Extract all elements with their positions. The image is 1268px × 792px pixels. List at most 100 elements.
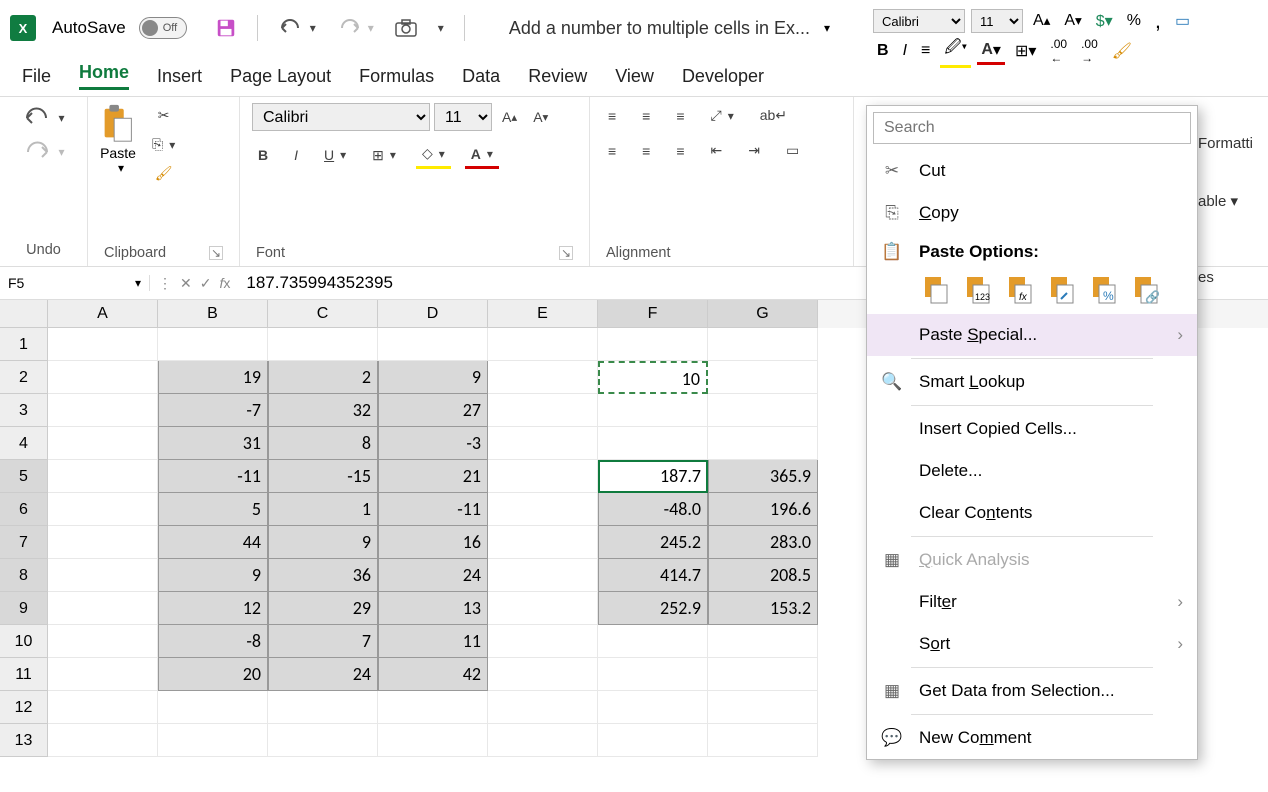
cell-F10[interactable] <box>598 625 708 658</box>
format-painter-icon[interactable]: 🖌 <box>1108 39 1136 63</box>
cell-F11[interactable] <box>598 658 708 691</box>
save-button[interactable] <box>209 13 243 43</box>
cell-A10[interactable] <box>48 625 158 658</box>
borders-icon[interactable]: ⊞▾ <box>1011 39 1040 63</box>
cell-A6[interactable] <box>48 493 158 526</box>
cell-B7[interactable]: 44 <box>158 526 268 559</box>
col-header-B[interactable]: B <box>158 300 268 328</box>
tab-review[interactable]: Review <box>528 66 587 87</box>
cell-E8[interactable] <box>488 559 598 592</box>
cell-D8[interactable]: 24 <box>378 559 488 592</box>
increase-font-button[interactable]: A▴ <box>496 105 523 129</box>
italic-button[interactable]: I <box>288 143 304 167</box>
row-header[interactable]: 8 <box>0 559 48 592</box>
row-header[interactable]: 1 <box>0 328 48 361</box>
cell-C3[interactable]: 32 <box>268 394 378 427</box>
cell-B8[interactable]: 9 <box>158 559 268 592</box>
cell-D4[interactable]: -3 <box>378 427 488 460</box>
context-search-input[interactable] <box>874 113 1190 143</box>
cell-G3[interactable] <box>708 394 818 427</box>
tab-page-layout[interactable]: Page Layout <box>230 66 331 87</box>
cell-B5[interactable]: -11 <box>158 460 268 493</box>
ctx-paste-special[interactable]: Paste Special...› <box>867 314 1197 356</box>
cell-A12[interactable] <box>48 691 158 724</box>
cell-D1[interactable] <box>378 328 488 361</box>
tab-home[interactable]: Home <box>79 62 129 90</box>
decrease-font-icon[interactable]: A▾ <box>1060 10 1085 32</box>
cell-D10[interactable]: 11 <box>378 625 488 658</box>
cell-C12[interactable] <box>268 691 378 724</box>
mini-font-name[interactable]: Calibri <box>873 9 965 33</box>
col-header-F[interactable]: F <box>598 300 708 328</box>
increase-font-icon[interactable]: A▴ <box>1029 10 1054 32</box>
paste-formatting-icon[interactable]: % <box>1089 274 1119 306</box>
italic-icon[interactable]: I <box>899 40 911 62</box>
format-painter-button[interactable]: 🖌 <box>146 161 181 186</box>
cell-E6[interactable] <box>488 493 598 526</box>
name-box[interactable]: F5 ▾ <box>0 275 150 291</box>
paste-dropdown[interactable]: ▾ <box>118 161 124 175</box>
cell-E12[interactable] <box>488 691 598 724</box>
cell-G4[interactable] <box>708 427 818 460</box>
decrease-decimal-icon[interactable]: .00→ <box>1077 35 1102 67</box>
cell-G13[interactable] <box>708 724 818 757</box>
tab-view[interactable]: View <box>615 66 654 87</box>
context-search[interactable] <box>873 112 1191 144</box>
fill-color-button[interactable]: ◇▾ <box>416 141 451 169</box>
cell-E7[interactable] <box>488 526 598 559</box>
row-header[interactable]: 11 <box>0 658 48 691</box>
row-header[interactable]: 2 <box>0 361 48 394</box>
cell-C7[interactable]: 9 <box>268 526 378 559</box>
cell-D11[interactable]: 42 <box>378 658 488 691</box>
cell-B10[interactable]: -8 <box>158 625 268 658</box>
font-color-icon[interactable]: A▾ <box>977 38 1005 65</box>
orientation-button[interactable]: ⤢▾ <box>705 103 740 128</box>
cell-B13[interactable] <box>158 724 268 757</box>
row-header[interactable]: 9 <box>0 592 48 625</box>
camera-button[interactable] <box>388 14 424 42</box>
cell-E13[interactable] <box>488 724 598 757</box>
paste-formulas-icon[interactable]: fx <box>1005 274 1035 306</box>
cell-B11[interactable]: 20 <box>158 658 268 691</box>
tab-data[interactable]: Data <box>462 66 500 87</box>
cell-D9[interactable]: 13 <box>378 592 488 625</box>
cell-E1[interactable] <box>488 328 598 361</box>
cell-C11[interactable]: 24 <box>268 658 378 691</box>
cell-G7[interactable]: 283.0 <box>708 526 818 559</box>
paste-all-icon[interactable] <box>921 274 951 306</box>
row-header[interactable]: 3 <box>0 394 48 427</box>
cell-C4[interactable]: 8 <box>268 427 378 460</box>
tab-insert[interactable]: Insert <box>157 66 202 87</box>
row-header[interactable]: 12 <box>0 691 48 724</box>
cell-C8[interactable]: 36 <box>268 559 378 592</box>
cell-D7[interactable]: 16 <box>378 526 488 559</box>
cell-F8[interactable]: 414.7 <box>598 559 708 592</box>
ctx-copy[interactable]: ⎘Copy <box>867 192 1197 234</box>
cell-B9[interactable]: 12 <box>158 592 268 625</box>
title-dropdown[interactable]: ▾ <box>824 21 830 35</box>
cell-A5[interactable] <box>48 460 158 493</box>
select-all-corner[interactable] <box>0 300 48 328</box>
cell-B3[interactable]: -7 <box>158 394 268 427</box>
fx-icon[interactable]: fx <box>219 275 230 291</box>
cell-D6[interactable]: -11 <box>378 493 488 526</box>
cell-C9[interactable]: 29 <box>268 592 378 625</box>
cell-E2[interactable] <box>488 361 598 394</box>
cell-D12[interactable] <box>378 691 488 724</box>
cell-G9[interactable]: 153.2 <box>708 592 818 625</box>
row-header[interactable]: 7 <box>0 526 48 559</box>
cell-G8[interactable]: 208.5 <box>708 559 818 592</box>
col-header-D[interactable]: D <box>378 300 488 328</box>
ctx-sort[interactable]: Sort› <box>867 623 1197 665</box>
cell-F12[interactable] <box>598 691 708 724</box>
ctx-insert[interactable]: Insert Copied Cells... <box>867 408 1197 450</box>
increase-indent-button[interactable]: ⇥ <box>742 138 766 163</box>
ctx-delete[interactable]: Delete... <box>867 450 1197 492</box>
cell-F13[interactable] <box>598 724 708 757</box>
font-color-button[interactable]: A▾ <box>465 142 499 169</box>
cell-F5[interactable]: 187.7 <box>598 460 708 493</box>
cell-A11[interactable] <box>48 658 158 691</box>
cell-G11[interactable] <box>708 658 818 691</box>
percent-icon[interactable]: % <box>1123 10 1145 32</box>
font-name-select[interactable]: Calibri <box>252 103 430 131</box>
